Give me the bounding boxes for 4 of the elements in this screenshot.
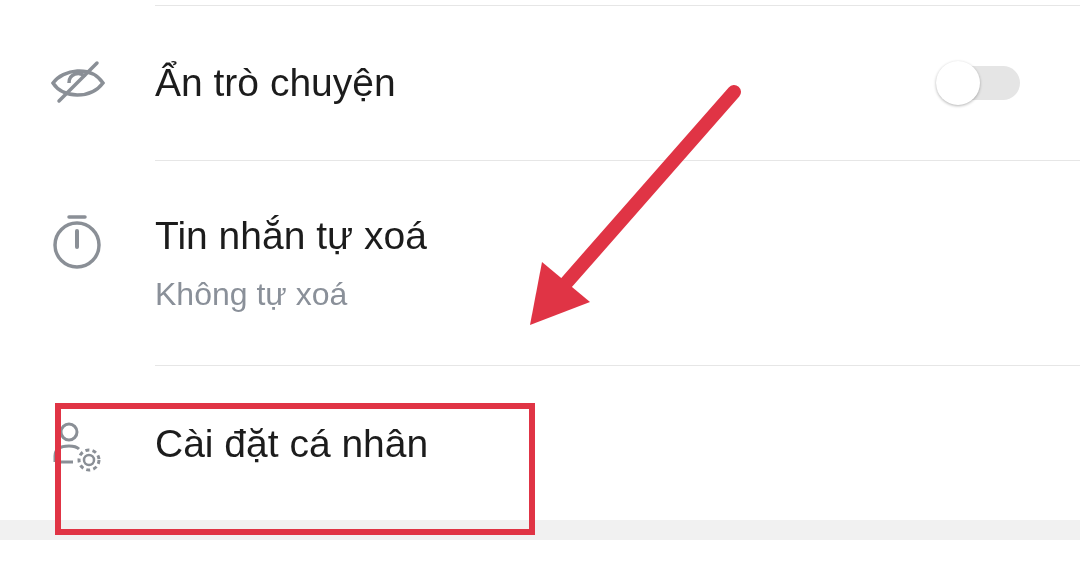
setting-label[interactable]: Ẩn trò chuyện [155, 61, 396, 105]
setting-label[interactable]: Tin nhắn tự xoá [155, 213, 427, 258]
setting-value: Không tự xoá [155, 275, 348, 313]
setting-label[interactable]: Cài đặt cá nhân [155, 422, 429, 466]
